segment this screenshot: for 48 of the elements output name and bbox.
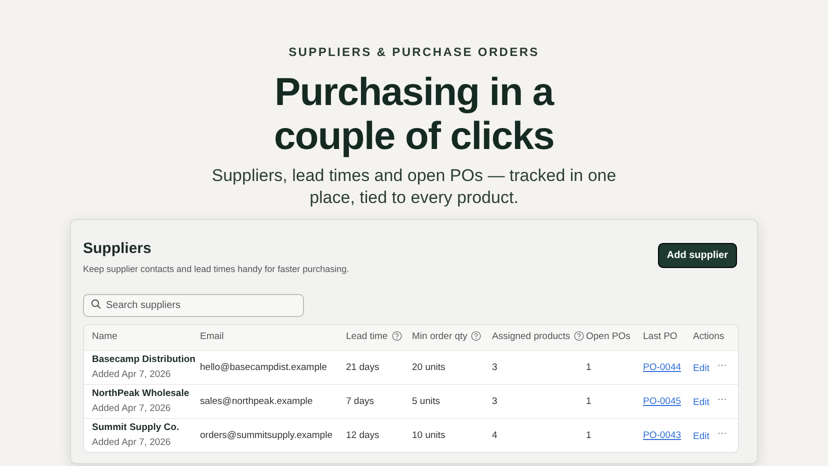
table-cell: 20 units — [412, 362, 446, 372]
table-cell: 5 units — [412, 396, 440, 406]
eyebrow-label: SUPPLIERS & PURCHASE ORDERS — [288, 44, 540, 61]
added-date: Added Apr 7, 2026 — [92, 368, 172, 381]
added-date: Added Apr 7, 2026 — [92, 402, 172, 415]
table-cell: 12 days — [346, 430, 380, 441]
column-header: Actions — [693, 331, 724, 342]
column-header: Email — [200, 331, 224, 342]
column-header: Min order qty — [412, 331, 468, 342]
table-cell: 3 — [492, 362, 498, 372]
help-icon — [392, 331, 402, 342]
more-button[interactable]: ··· — [717, 427, 727, 440]
table-cell: hello@basecampdist.example — [200, 362, 327, 372]
search-icon — [91, 298, 101, 308]
table-cell: 4 — [492, 430, 498, 441]
headline: Purchasing in a couple of clicks — [272, 71, 556, 159]
added-date: Added Apr 7, 2026 — [92, 436, 172, 450]
help-icon — [574, 331, 584, 342]
column-header: Open POs — [586, 331, 630, 342]
table-cell: 3 — [492, 396, 498, 406]
po-link[interactable]: PO-0043 — [643, 430, 682, 441]
po-link[interactable]: PO-0044 — [643, 362, 682, 372]
table-cell: sales@northpeak.example — [200, 396, 313, 406]
po-link[interactable]: PO-0045 — [643, 396, 682, 406]
table-cell: 1 — [586, 430, 592, 441]
edit-link[interactable]: Edit — [693, 431, 710, 442]
column-header: Last PO — [643, 331, 678, 342]
edit-link[interactable]: Edit — [693, 363, 710, 374]
table-cell: 1 — [586, 396, 592, 406]
help-icon — [471, 331, 482, 342]
column-header: Assigned products — [492, 331, 570, 342]
more-button[interactable]: ··· — [717, 359, 727, 372]
table-cell: 1 — [586, 362, 592, 372]
panel-description: Keep supplier contacts and lead times handy for faster purchasing. — [83, 262, 350, 276]
search-field[interactable]: Search suppliers — [83, 294, 304, 317]
panel-title: Suppliers — [83, 239, 152, 259]
add-supplier-button[interactable]: Add supplier — [658, 243, 737, 268]
supplier-name: NorthPeak Wholesale — [92, 387, 190, 400]
table-cell: 21 days — [346, 362, 380, 372]
table-cell: 7 days — [346, 396, 374, 406]
more-button[interactable]: ··· — [717, 393, 727, 406]
edit-link[interactable]: Edit — [693, 397, 710, 408]
table-cell: orders@summitsupply.example — [200, 430, 332, 441]
column-header: Name — [92, 331, 118, 342]
column-header: Lead time — [346, 331, 388, 342]
table-cell: 10 units — [412, 430, 446, 441]
supplier-name: Summit Supply Co. — [92, 421, 180, 434]
subtitle: Suppliers, lead times and open POs — tracked in one place, tied to every product. — [210, 165, 618, 209]
